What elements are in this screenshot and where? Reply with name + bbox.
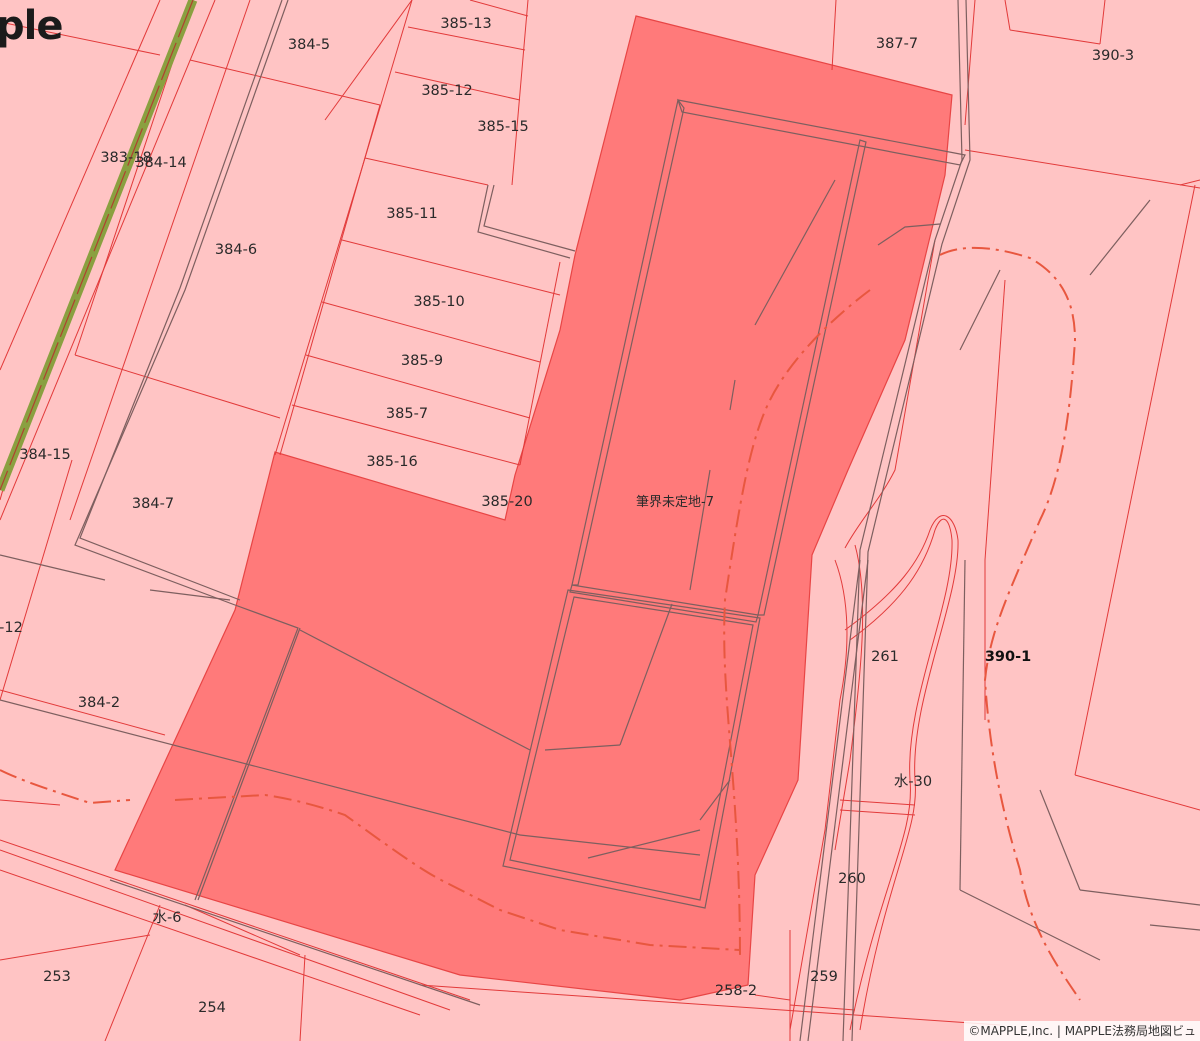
parcel-label[interactable]: 254	[198, 1000, 226, 1016]
parcel-label[interactable]: 385-13	[440, 16, 491, 32]
parcel-label[interactable]: 385-15	[477, 119, 528, 135]
parcel-label[interactable]: 260	[838, 871, 866, 887]
parcel-label[interactable]: 390-3	[1092, 48, 1134, 64]
parcel-label[interactable]: 385-7	[386, 406, 428, 422]
parcel-label[interactable]: 384-2	[78, 695, 120, 711]
parcel-label[interactable]: 384-15	[19, 447, 70, 463]
mapple-logo: ple	[0, 3, 63, 49]
parcel-label[interactable]: 385-16	[366, 454, 417, 470]
parcel-label[interactable]: 385-20	[481, 494, 532, 510]
parcel-label[interactable]: 384-14	[135, 155, 186, 171]
parcel-label[interactable]: 水-30	[894, 773, 932, 790]
parcel-label[interactable]: 387-7	[876, 36, 918, 52]
parcel-label[interactable]: 258-2	[715, 983, 757, 999]
parcel-label[interactable]: 385-11	[386, 206, 437, 222]
parcel-label[interactable]: 261	[871, 649, 899, 665]
parcel-label[interactable]: -12	[0, 620, 23, 636]
map-canvas[interactable]: 384-5 385-13 387-7 390-3 385-12 385-15 3…	[0, 0, 1200, 1041]
parcel-label[interactable]: 385-9	[401, 353, 443, 369]
parcel-label[interactable]: 水-6	[153, 909, 182, 926]
parcel-label[interactable]: 384-7	[132, 496, 174, 512]
map-attribution: ©MAPPLE,Inc. | MAPPLE法務局地図ビュ	[964, 1021, 1200, 1041]
parcel-label[interactable]: 385-10	[413, 294, 464, 310]
parcel-label[interactable]: 259	[810, 969, 838, 985]
parcel-label[interactable]: 253	[43, 969, 71, 985]
parcel-label[interactable]: 385-12	[421, 83, 472, 99]
parcel-label[interactable]: 384-5	[288, 37, 330, 53]
highlighted-parcel-label[interactable]: 筆界未定地-7	[636, 495, 714, 510]
parcel-label[interactable]: 390-1	[985, 649, 1031, 665]
parcel-label[interactable]: 384-6	[215, 242, 257, 258]
